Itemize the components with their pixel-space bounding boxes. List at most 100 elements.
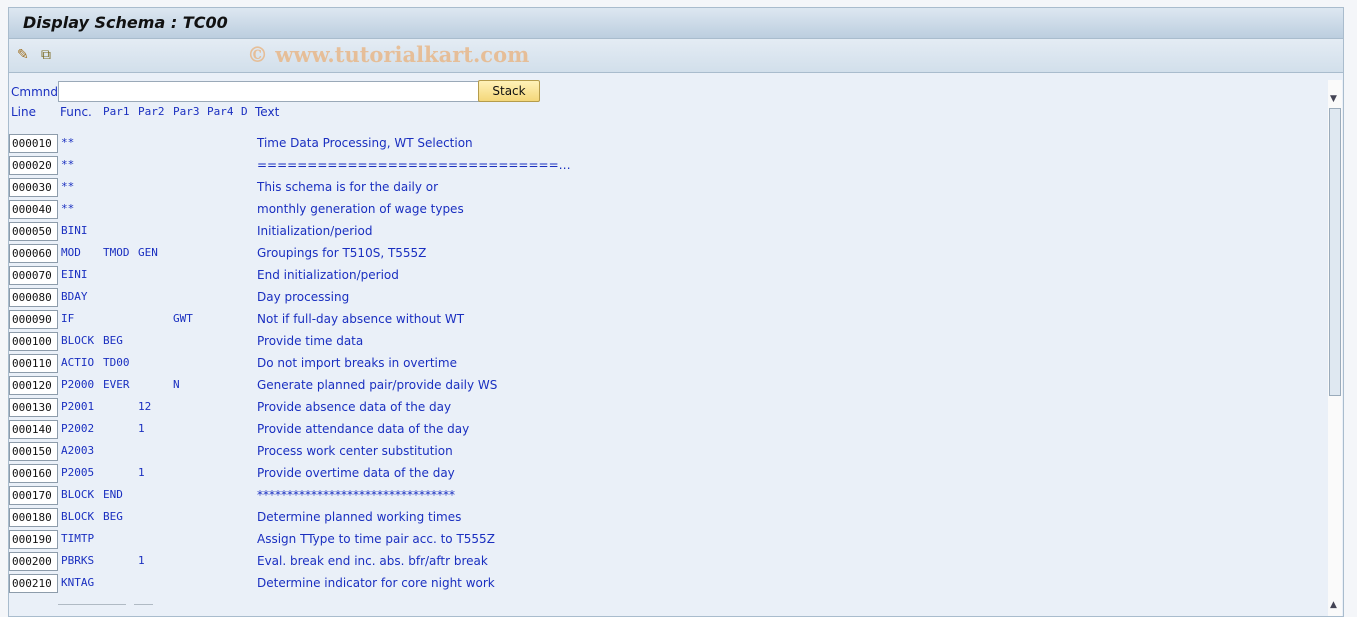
- text-cell: Day processing: [257, 290, 350, 304]
- line-number-field[interactable]: 000180: [9, 508, 58, 527]
- text-cell: Time Data Processing, WT Selection: [257, 136, 473, 150]
- scroll-up-icon[interactable]: ▼: [1330, 94, 1337, 104]
- command-input[interactable]: [58, 81, 480, 102]
- func-cell: IF: [61, 312, 75, 325]
- col-par2: Par2: [138, 105, 165, 118]
- par2-cell: 1: [138, 422, 145, 435]
- func-cell: **: [61, 202, 75, 215]
- line-number-field[interactable]: 000060: [9, 244, 58, 263]
- title-bar: Display Schema : TC00: [9, 8, 1343, 39]
- text-cell: Initialization/period: [257, 224, 373, 238]
- par2-cell: 1: [138, 554, 145, 567]
- text-cell: End initialization/period: [257, 268, 399, 282]
- func-cell: ACTIO: [61, 356, 95, 369]
- text-cell: Provide absence data of the day: [257, 400, 452, 414]
- func-cell: BLOCK: [61, 488, 95, 501]
- line-number-field[interactable]: 000190: [9, 530, 58, 549]
- table-row: 000060 MOD TMOD GEN Groupings for T510S,…: [9, 244, 609, 266]
- table-row: 000180 BLOCK BEG Determine planned worki…: [9, 508, 609, 530]
- line-number-field[interactable]: 000020: [9, 156, 58, 175]
- vertical-scrollbar[interactable]: ▼ ▲: [1328, 80, 1342, 616]
- func-cell: **: [61, 158, 75, 171]
- line-number-field[interactable]: 000100: [9, 332, 58, 351]
- line-number-field[interactable]: 000090: [9, 310, 58, 329]
- table-row: 000030 ** This schema is for the daily o…: [9, 178, 609, 200]
- table-row: 000160 P2005 1 Provide overtime data of …: [9, 464, 609, 486]
- table-row: 000140 P2002 1 Provide attendance data o…: [9, 420, 609, 442]
- par3-cell: N: [173, 378, 180, 391]
- table-row: 000090 IF GWT Not if full-day absence wi…: [9, 310, 609, 332]
- table-row: 000010 ** Time Data Processing, WT Selec…: [9, 134, 609, 156]
- line-number-field[interactable]: 000200: [9, 552, 58, 571]
- watermark: © www.tutorialkart.com: [247, 42, 530, 67]
- line-number-field[interactable]: 000210: [9, 574, 58, 593]
- text-cell: Assign TType to time pair acc. to T555Z: [257, 532, 495, 546]
- par1-cell: EVER: [103, 378, 130, 391]
- func-cell: BDAY: [61, 290, 88, 303]
- text-cell: Provide attendance data of the day: [257, 422, 470, 436]
- line-number-field[interactable]: 000070: [9, 266, 58, 285]
- text-cell: Provide time data: [257, 334, 364, 348]
- table-row: 000190 TIMTP Assign TType to time pair a…: [9, 530, 609, 552]
- table-row: 000150 A2003 Process work center substit…: [9, 442, 609, 464]
- line-number-field[interactable]: 000010: [9, 134, 58, 153]
- line-number-field[interactable]: 000110: [9, 354, 58, 373]
- text-cell: Groupings for T510S, T555Z: [257, 246, 427, 260]
- par2-cell: 12: [138, 400, 152, 413]
- table-row: 000200 PBRKS 1 Eval. break end inc. abs.…: [9, 552, 609, 574]
- scroll-thumb[interactable]: [1329, 108, 1341, 396]
- text-cell: This schema is for the daily or: [257, 180, 439, 194]
- line-number-field[interactable]: 000050: [9, 222, 58, 241]
- func-cell: BLOCK: [61, 510, 95, 523]
- col-par4: Par4: [207, 105, 234, 118]
- command-label: Cmmnd: [11, 85, 58, 99]
- text-cell: Provide overtime data of the day: [257, 466, 455, 480]
- line-number-field[interactable]: 000170: [9, 486, 58, 505]
- table-row: 000080 BDAY Day processing: [9, 288, 609, 310]
- func-cell: BINI: [61, 224, 88, 237]
- stack-button[interactable]: Stack: [478, 80, 540, 102]
- line-number-field[interactable]: 000040: [9, 200, 58, 219]
- func-cell: TIMTP: [61, 532, 95, 545]
- line-number-field[interactable]: 000130: [9, 398, 58, 417]
- func-cell: KNTAG: [61, 576, 95, 589]
- table-row: 000040 ** monthly generation of wage typ…: [9, 200, 609, 222]
- table-row: 000100 BLOCK BEG Provide time data: [9, 332, 609, 354]
- scroll-down-icon[interactable]: ▲: [1330, 600, 1337, 610]
- line-number-field[interactable]: 000140: [9, 420, 58, 439]
- col-par3: Par3: [173, 105, 200, 118]
- func-cell: P2002: [61, 422, 95, 435]
- par1-cell: END: [103, 488, 123, 501]
- empty-field[interactable]: [58, 604, 126, 605]
- empty-field[interactable]: [134, 604, 153, 605]
- line-number-field[interactable]: 000160: [9, 464, 58, 483]
- table-row: 000020 ** ==============================…: [9, 156, 609, 178]
- line-number-field[interactable]: 000150: [9, 442, 58, 461]
- col-line: Line: [11, 105, 37, 119]
- table-row: 000110 ACTIO TD00 Do not import breaks i…: [9, 354, 609, 376]
- text-cell: *********************************: [257, 488, 455, 502]
- table-row: 000210 KNTAG Determine indicator for cor…: [9, 574, 609, 596]
- table-row: 000120 P2000 EVER N Generate planned pai…: [9, 376, 609, 398]
- par1-cell: BEG: [103, 334, 123, 347]
- table-row: 000130 P2001 12 Provide absence data of …: [9, 398, 609, 420]
- sap-window: Display Schema : TC00 ✎ ⧉ © www.tutorial…: [8, 7, 1344, 617]
- window-title: Display Schema : TC00: [23, 13, 228, 32]
- col-text: Text: [255, 105, 280, 119]
- func-cell: P2000: [61, 378, 95, 391]
- line-number-field[interactable]: 000030: [9, 178, 58, 197]
- text-cell: ==============================…: [257, 158, 571, 172]
- display-change-icon[interactable]: ⧉: [41, 47, 51, 63]
- func-cell: A2003: [61, 444, 95, 457]
- par1-cell: TMOD: [103, 246, 130, 259]
- text-cell: monthly generation of wage types: [257, 202, 464, 216]
- line-number-field[interactable]: 000080: [9, 288, 58, 307]
- func-cell: **: [61, 180, 75, 193]
- change-pencil-icon[interactable]: ✎: [17, 47, 29, 63]
- text-cell: Determine indicator for core night work: [257, 576, 495, 590]
- line-number-field[interactable]: 000120: [9, 376, 58, 395]
- par2-cell: 1: [138, 466, 145, 479]
- col-par1: Par1: [103, 105, 130, 118]
- table-row: 000070 EINI End initialization/period: [9, 266, 609, 288]
- table-row: 000170 BLOCK END ***********************…: [9, 486, 609, 508]
